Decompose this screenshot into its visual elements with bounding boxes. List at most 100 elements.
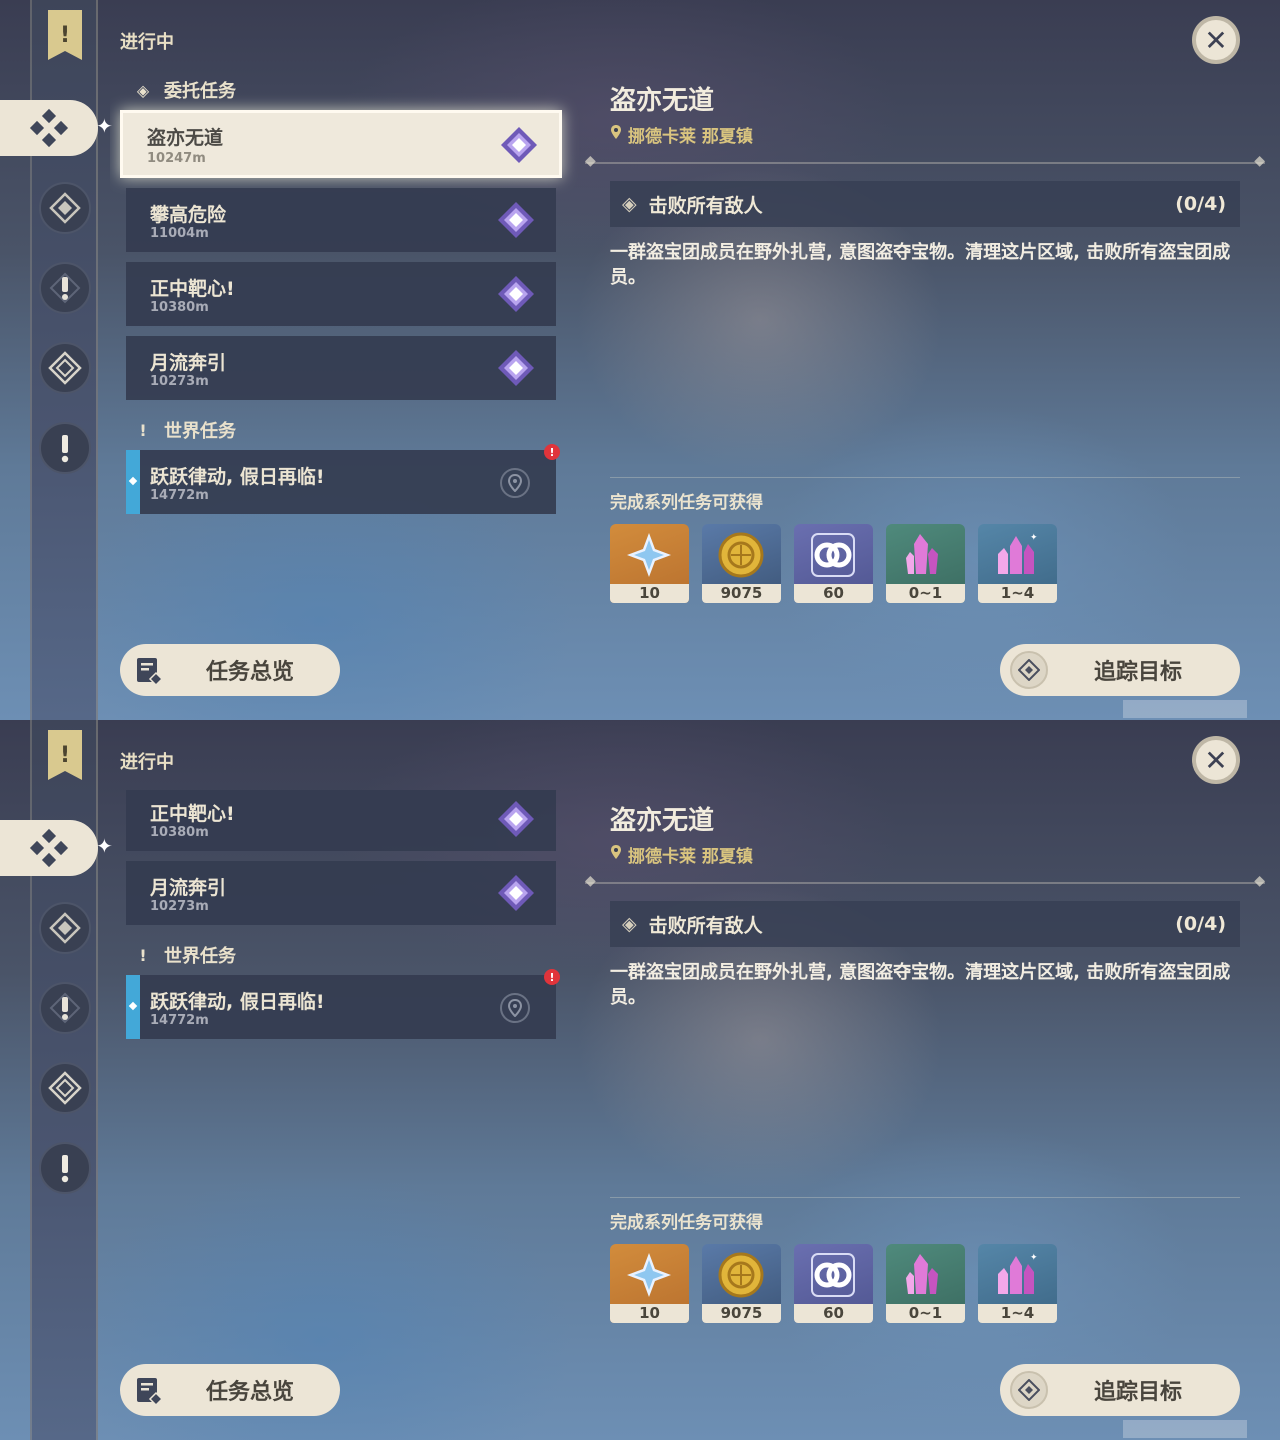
quest-item-selected[interactable]: 盗亦无道 10247m [120, 110, 562, 178]
story-icon[interactable] [39, 342, 91, 394]
quest-book-icon [130, 651, 168, 689]
reward-fellowship[interactable]: 60 [794, 1244, 873, 1323]
reward-count: 9075 [702, 584, 781, 603]
fellowship-icon [811, 533, 855, 577]
rewards-row: 10 9075 60 0~1 ✦ 1~4 [610, 1244, 1057, 1323]
track-label: 追踪目标 [1094, 660, 1183, 685]
quest-title: 跃跃律动, 假日再临! [150, 466, 325, 488]
objective-text: 击败所有敌人 [648, 914, 763, 937]
overview-label: 任务总览 [206, 1380, 295, 1405]
objective-progress: (0/4) [1175, 193, 1226, 215]
detail-location: 挪德卡莱 那夏镇 [610, 122, 753, 147]
reward-crystal-cluster[interactable]: ✦ 1~4 [978, 1244, 1057, 1323]
commission-gem-icon [498, 875, 534, 911]
scrollbar[interactable] [1123, 1420, 1247, 1438]
quest-screen-bottom: ! ✦ 进行中 攀高危险 11004m 正中靶心! 10380m [0, 720, 1280, 1440]
detail-location: 挪德卡莱 那夏镇 [610, 842, 753, 867]
svg-text:✦: ✦ [1030, 533, 1038, 543]
objective-row: ◈ 击败所有敌人 (0/4) [610, 901, 1240, 947]
category-label: 委托任务 [164, 81, 236, 102]
quest-overview-button[interactable]: 任务总览 [120, 1364, 340, 1416]
commission-gem-icon [498, 801, 534, 837]
story-icon[interactable] [39, 1062, 91, 1114]
track-objective-button[interactable]: 追踪目标 [1000, 644, 1240, 696]
quest-overview-button[interactable]: 任务总览 [120, 644, 340, 696]
close-button[interactable]: ✕ [1192, 16, 1240, 64]
quest-item[interactable]: 月流奔引 10273m [126, 861, 556, 925]
world-quest-icon[interactable] [39, 982, 91, 1034]
alert-icon[interactable] [39, 422, 91, 474]
location-pin-icon [610, 844, 622, 865]
track-objective-button[interactable]: 追踪目标 [1000, 1364, 1240, 1416]
quest-title: 月流奔引 [150, 352, 227, 374]
location-pin-icon[interactable] [500, 993, 530, 1023]
location-pin-icon [610, 124, 622, 145]
alert-badge: ! [544, 444, 560, 460]
quest-list: ◈ 委托任务 盗亦无道 10247m 攀高危险 11004m 正中靶心! 103… [110, 70, 580, 530]
archon-icon[interactable] [39, 182, 91, 234]
detail-title: 盗亦无道 [610, 806, 715, 836]
scrollbar[interactable] [1123, 700, 1247, 718]
alert-icon[interactable] [39, 1142, 91, 1194]
rewards-row: 10 9075 60 0~1 ✦ 1~4 [610, 524, 1057, 603]
reward-mora[interactable]: 9075 [702, 524, 781, 603]
reward-count: 60 [794, 584, 873, 603]
quest-distance: 10247m [147, 151, 206, 166]
crystal-cluster-icon: ✦ [998, 533, 1038, 574]
reward-mora[interactable]: 9075 [702, 1244, 781, 1323]
category-world: ! 世界任务 [110, 935, 580, 975]
quest-distance: 11004m [150, 226, 209, 241]
reward-count: 10 [610, 584, 689, 603]
quest-distance: 10273m [150, 374, 209, 389]
detail-divider [585, 873, 1265, 889]
quest-title: 正中靶心! [150, 803, 235, 825]
category-commission: ◈ 委托任务 [110, 70, 580, 110]
commission-gem-icon [498, 202, 534, 238]
commission-icon[interactable] [0, 820, 98, 876]
track-diamond-icon [1010, 1371, 1048, 1409]
reward-crystal[interactable]: 0~1 [886, 1244, 965, 1323]
detail-divider [585, 153, 1265, 169]
world-quest-item[interactable]: 跃跃律动, 假日再临! 14772m ! [126, 444, 560, 514]
quest-title: 月流奔引 [150, 877, 227, 899]
world-category-icon: ! [139, 945, 147, 965]
commission-gem-icon [498, 276, 534, 312]
quest-item[interactable]: 正中靶心! 10380m [126, 790, 556, 851]
quest-list-scroll: 攀高危险 11004m 正中靶心! 10380m 月流奔引 10273m ! 世… [110, 790, 580, 1039]
reward-primogem[interactable]: 10 [610, 1244, 689, 1323]
alert-badge: ! [544, 969, 560, 985]
overview-label: 任务总览 [206, 660, 295, 685]
quest-distance: 14772m [150, 488, 209, 503]
crystal-cluster-icon: ✦ [998, 1253, 1038, 1294]
reward-crystal-cluster[interactable]: ✦ 1~4 [978, 524, 1057, 603]
reward-count: 0~1 [886, 1304, 965, 1323]
quest-item[interactable]: 月流奔引 10273m [126, 336, 556, 400]
close-button[interactable]: ✕ [1192, 736, 1240, 784]
reward-primogem[interactable]: 10 [610, 524, 689, 603]
commission-icon[interactable] [0, 100, 98, 156]
world-quest-icon[interactable] [39, 262, 91, 314]
reward-count: 1~4 [978, 1304, 1057, 1323]
objective-diamond-icon: ◈ [622, 913, 637, 935]
quest-item[interactable]: 正中靶心! 10380m [126, 262, 556, 326]
location-pin-icon[interactable] [500, 468, 530, 498]
svg-text:✦: ✦ [1030, 1253, 1038, 1263]
world-quest-item[interactable]: 跃跃律动, 假日再临! 14772m ! [126, 969, 560, 1039]
banner-icon: ! [48, 10, 82, 60]
reward-fellowship[interactable]: 60 [794, 524, 873, 603]
quest-distance: 10380m [150, 825, 209, 840]
commission-category-icon: ◈ [136, 80, 150, 100]
mora-icon [718, 532, 764, 578]
quest-title: 跃跃律动, 假日再临! [150, 991, 325, 1013]
quest-list: 攀高危险 11004m 正中靶心! 10380m 月流奔引 10273m ! 世… [110, 790, 580, 1170]
reward-crystal[interactable]: 0~1 [886, 524, 965, 603]
archon-icon[interactable] [39, 902, 91, 954]
fellowship-icon [811, 1253, 855, 1297]
reward-count: 10 [610, 1304, 689, 1323]
quest-item[interactable]: 攀高危险 11004m [126, 188, 556, 252]
rewards-label: 完成系列任务可获得 [610, 1213, 763, 1233]
quest-title: 盗亦无道 [147, 127, 224, 149]
quest-description: 一群盗宝团成员在野外扎营, 意图盗夺宝物。清理这片区域, 击败所有盗宝团成员。 [610, 962, 1231, 1008]
objective-text: 击败所有敌人 [648, 194, 763, 217]
objective-diamond-icon: ◈ [622, 193, 637, 215]
